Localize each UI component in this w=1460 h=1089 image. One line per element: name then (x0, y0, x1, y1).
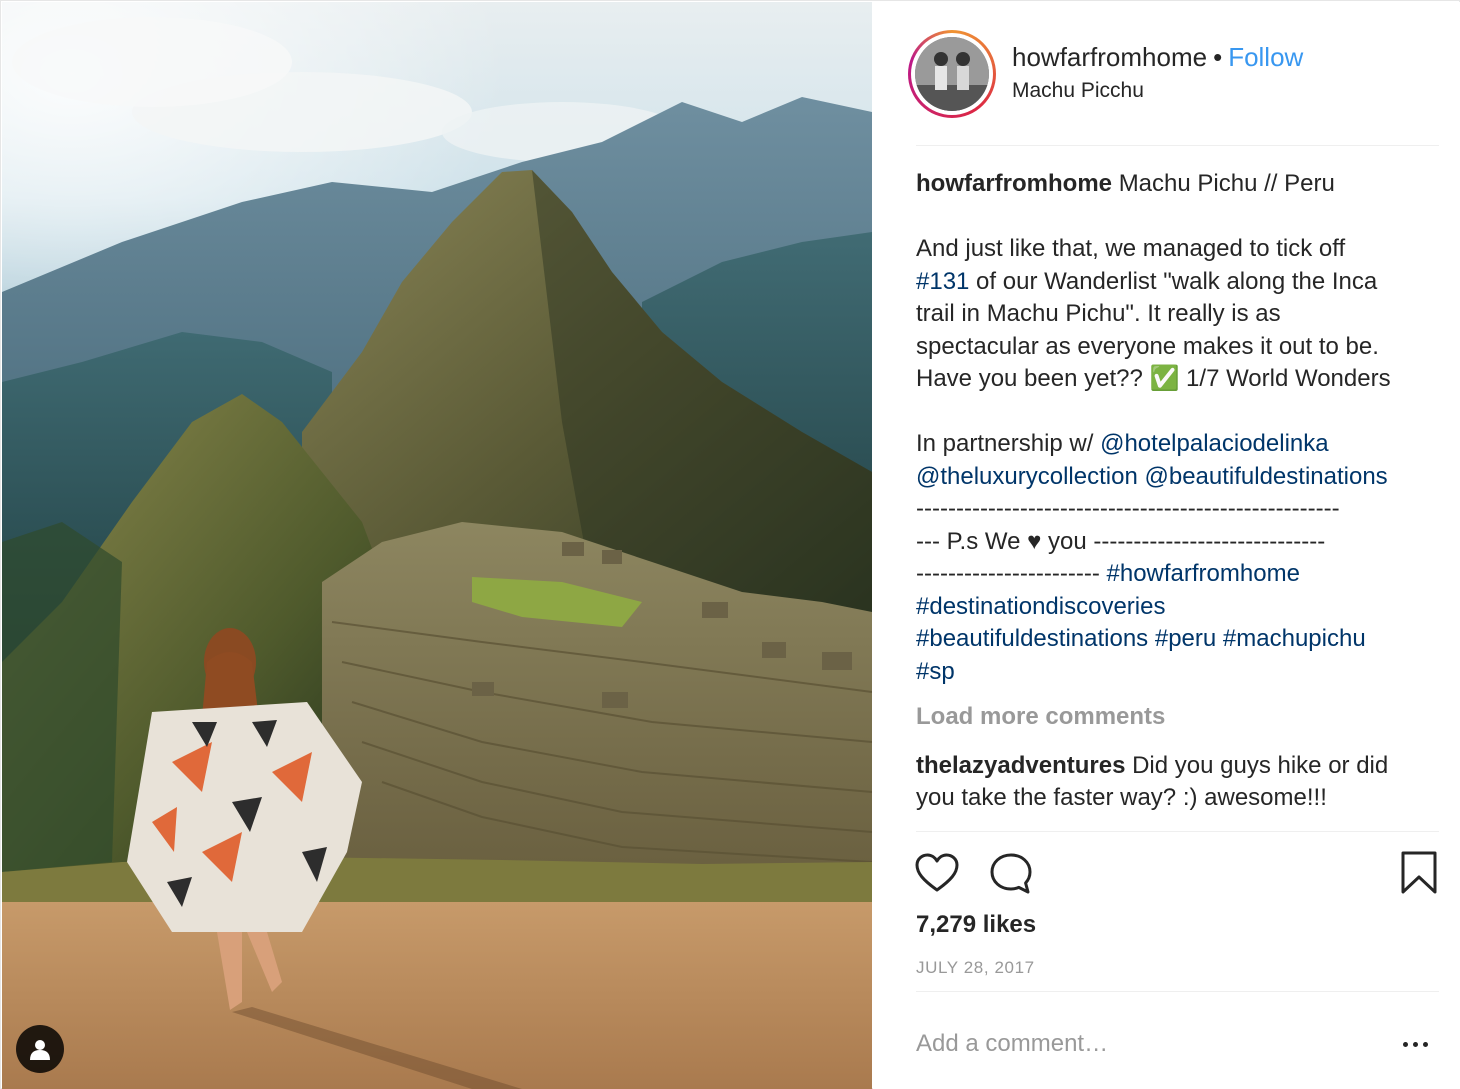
author-avatar[interactable] (908, 30, 996, 118)
likes-count[interactable]: 7,279 likes (916, 911, 1036, 939)
comment-username-link[interactable]: thelazyadventures (916, 752, 1125, 779)
caption-divider-text: ----------------------------------------… (916, 495, 1340, 522)
post-photo[interactable] (2, 2, 872, 1089)
avatar-photo (915, 37, 989, 111)
caption-text: you ----------------------------- (1041, 527, 1326, 555)
location-link[interactable]: Machu Picchu (1012, 79, 1144, 103)
save-button[interactable] (1401, 851, 1437, 895)
speech-bubble-icon (990, 853, 1032, 894)
caption-text: ----------------------- (916, 560, 1107, 587)
bookmark-icon (1401, 851, 1437, 894)
header-separator: • (1213, 42, 1223, 72)
caption-username-link[interactable]: howfarfromhome (916, 170, 1112, 197)
author-username-link[interactable]: howfarfromhome (1012, 42, 1207, 72)
comment-button[interactable] (989, 852, 1033, 896)
mention-link[interactable]: @theluxurycollection (916, 463, 1138, 490)
caption-text: In partnership w/ (916, 430, 1101, 457)
header-divider (916, 145, 1439, 146)
hashtag-link[interactable]: #131 (916, 268, 969, 295)
ellipsis-icon (1402, 1041, 1408, 1047)
more-options-button[interactable] (1395, 1032, 1435, 1056)
machu-picchu-photo (2, 2, 872, 1089)
post-side-panel: howfarfromhome • Follow Machu Picchu howfa… (873, 2, 1460, 1089)
hashtag-link[interactable]: #howfarfromhome (1107, 560, 1300, 587)
caption-title: Machu Pichu // Peru (1118, 170, 1335, 197)
hashtag-link[interactable]: #machupichu (1223, 625, 1366, 652)
actions-divider (916, 831, 1439, 832)
hashtag-link[interactable]: #destinationdiscoveries (916, 593, 1165, 620)
hashtag-link[interactable]: #sp (916, 658, 955, 685)
hashtag-link[interactable]: #peru (1155, 625, 1216, 652)
caption-line: And just like that, we managed to tick o… (916, 235, 1346, 262)
caption-line: Have you been yet?? ✅ 1/7 World Wonders (916, 365, 1391, 392)
comment-text: Did you guys hike or did (1132, 751, 1389, 779)
hashtag-link[interactable]: #beautifuldestinations (916, 625, 1148, 652)
comments-list[interactable]: howfarfromhome Machu Pichu // Peru And j… (916, 168, 1436, 832)
caption-line: spectacular as everyone makes it out to … (916, 332, 1379, 360)
comment-item: thelazyadventures Did you guys hike or d… (916, 750, 1436, 815)
comment-text: you take the faster way? :) awesome!!! (916, 784, 1327, 811)
caption-line: trail in Machu Pichu". It really is as (916, 300, 1281, 327)
caption-text: of our Wanderlist "walk along the Inca (969, 267, 1378, 295)
mention-link[interactable]: @hotelpalaciodelinka (1100, 430, 1329, 457)
mention-link[interactable]: @beautifuldestinations (1144, 463, 1387, 490)
heart-outline-icon (915, 853, 959, 892)
person-icon (30, 1040, 50, 1060)
post-header: howfarfromhome • Follow Machu Picchu (873, 2, 1460, 145)
heart-icon: ♥ (1027, 527, 1042, 555)
caption-text: --- P.s We (916, 527, 1028, 555)
tagged-people-badge[interactable] (16, 1025, 64, 1073)
post-date[interactable]: JULY 28, 2017 (916, 958, 1035, 978)
like-button[interactable] (915, 853, 959, 893)
load-more-comments-button[interactable]: Load more comments (916, 701, 1165, 734)
follow-button[interactable]: Follow (1228, 42, 1303, 72)
instagram-post: howfarfromhome • Follow Machu Picchu howfa… (0, 0, 1460, 1089)
add-comment-input[interactable] (916, 1024, 1356, 1064)
caption: howfarfromhome Machu Pichu // Peru And j… (916, 168, 1436, 688)
add-comment-divider (916, 991, 1439, 992)
